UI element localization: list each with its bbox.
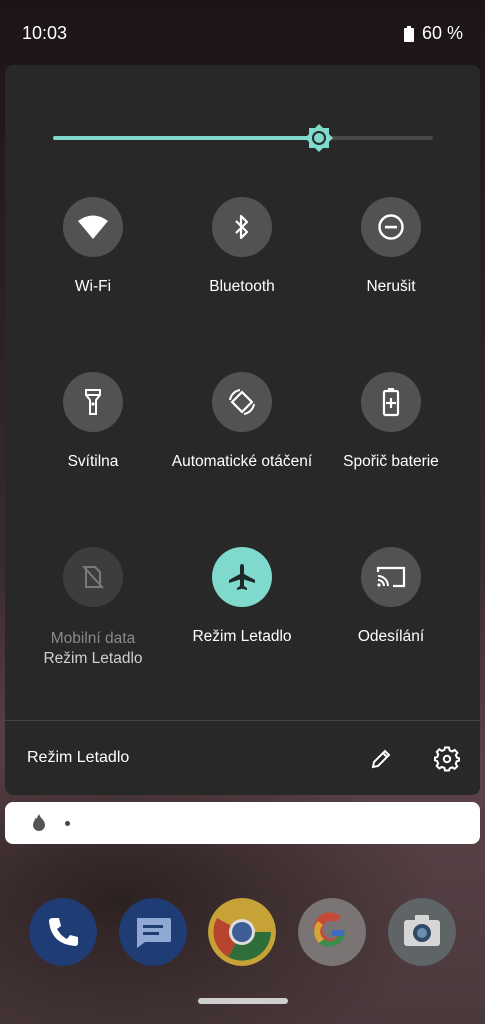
tile-mobile-data[interactable]: Mobilní data Režim Letadlo — [18, 547, 168, 669]
airplane-icon — [229, 564, 255, 590]
notification-peek[interactable] — [5, 802, 480, 844]
tile-label: Režim Letadlo — [192, 628, 292, 645]
divider — [5, 720, 480, 721]
tile-label: Wi-Fi — [74, 278, 112, 295]
battery-indicator: 60 % — [403, 23, 463, 44]
tile-wifi[interactable]: Wi-Fi — [18, 197, 168, 297]
tile-circle[interactable] — [212, 197, 272, 257]
brightness-slider[interactable] — [53, 123, 433, 153]
tile-bluetooth[interactable]: Bluetooth — [167, 197, 317, 297]
wifi-icon — [78, 215, 108, 239]
tile-circle[interactable] — [63, 197, 123, 257]
tile-circle[interactable] — [361, 547, 421, 607]
messages-icon[interactable] — [119, 898, 187, 966]
edit-icon[interactable] — [367, 745, 395, 773]
tile-sublabel: Režim Letadlo — [43, 650, 143, 667]
gear-icon[interactable] — [433, 745, 461, 773]
tile-label: Spořič baterie — [343, 453, 439, 470]
tile-label: Nerušit — [366, 278, 416, 295]
tile-label: Odesílání — [357, 628, 425, 645]
tile-circle[interactable] — [63, 372, 123, 432]
brightness-fill — [53, 136, 319, 140]
flashlight-icon — [85, 389, 101, 415]
auto-rotate-icon — [229, 389, 255, 415]
clock: 10:03 — [22, 23, 68, 43]
qs-footer-status: Režim Letadlo — [27, 749, 130, 766]
mobile-data-off-icon — [82, 565, 104, 589]
camera-icon[interactable] — [388, 898, 456, 966]
chrome-icon[interactable] — [208, 898, 276, 966]
tile-label: Svítilna — [67, 453, 119, 470]
tile-flashlight[interactable]: Svítilna — [18, 372, 168, 472]
status-bar: 10:03 60 % — [0, 0, 485, 64]
bluetooth-icon — [235, 214, 249, 240]
tile-label: Automatické otáčení — [171, 453, 313, 470]
notification-dot — [65, 821, 70, 826]
tile-cast[interactable]: Odesílání — [316, 547, 466, 647]
tile-circle[interactable] — [361, 372, 421, 432]
phone-icon[interactable] — [29, 898, 97, 966]
tile-do-not-disturb[interactable]: Nerušit — [316, 197, 466, 297]
tile-circle[interactable] — [212, 547, 272, 607]
tile-airplane-mode[interactable]: Režim Letadlo — [167, 547, 317, 647]
quick-settings-panel: Wi-Fi Bluetooth Nerušit Svítilna Automat… — [5, 65, 480, 795]
tile-label: Mobilní data — [50, 630, 136, 647]
battery-icon — [403, 25, 414, 42]
tile-auto-rotate[interactable]: Automatické otáčení — [167, 372, 317, 472]
battery-saver-icon — [382, 388, 400, 417]
tile-circle[interactable] — [63, 547, 123, 607]
tile-battery-saver[interactable]: Spořič baterie — [316, 372, 466, 472]
google-icon[interactable] — [298, 898, 366, 966]
battery-percentage: 60 % — [421, 23, 463, 43]
tile-circle[interactable] — [361, 197, 421, 257]
brightness-thumb-icon[interactable] — [304, 123, 334, 153]
do-not-disturb-icon — [378, 214, 404, 240]
gesture-nav-handle[interactable] — [198, 998, 288, 1004]
cast-icon — [376, 566, 406, 588]
tile-circle[interactable] — [212, 372, 272, 432]
tile-label: Bluetooth — [209, 278, 275, 295]
app-notification-icon — [33, 814, 45, 831]
home-dock — [0, 898, 485, 970]
